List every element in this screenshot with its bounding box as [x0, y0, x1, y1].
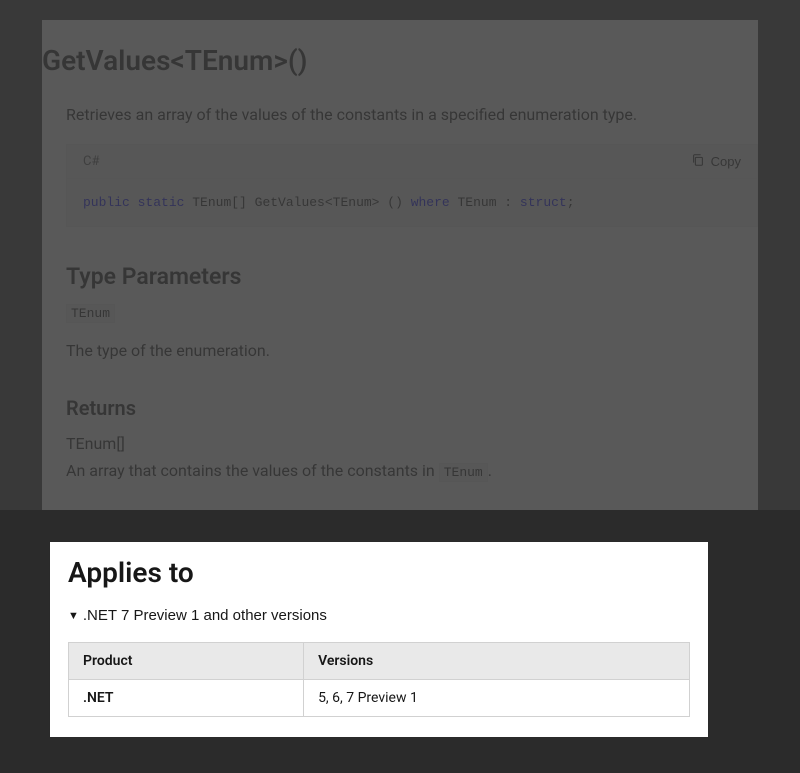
- return-desc-pre: An array that contains the values of the…: [66, 461, 439, 480]
- type-param-desc: The type of the enumeration.: [66, 341, 758, 360]
- copy-button[interactable]: Copy: [691, 153, 741, 170]
- cell-product: .NET: [69, 680, 304, 717]
- return-type: TEnum[]: [66, 434, 758, 453]
- versions-table: Product Versions .NET 5, 6, 7 Preview 1: [68, 642, 690, 717]
- versions-dropdown-label: .NET 7 Preview 1 and other versions: [83, 607, 327, 624]
- col-versions: Versions: [304, 643, 690, 680]
- copy-label: Copy: [711, 154, 741, 169]
- return-desc-post: .: [488, 461, 492, 480]
- applies-to-heading: Applies to: [68, 556, 690, 589]
- code-text: ;: [567, 195, 575, 210]
- code-header: C# Copy: [67, 145, 757, 179]
- table-header-row: Product Versions: [69, 643, 690, 680]
- return-desc: An array that contains the values of the…: [66, 461, 758, 480]
- code-keyword: static: [138, 195, 185, 210]
- versions-dropdown-toggle[interactable]: ▼ .NET 7 Preview 1 and other versions: [68, 607, 327, 624]
- applies-to-panel: Applies to ▼ .NET 7 Preview 1 and other …: [50, 542, 708, 737]
- code-text: TEnum[] GetValues<TEnum> (): [184, 195, 410, 210]
- type-parameters-heading: Type Parameters: [66, 263, 758, 290]
- type-param-name: TEnum: [66, 304, 115, 323]
- code-keyword: public: [83, 195, 130, 210]
- doc-page-content: GetValues<TEnum>() Retrieves an array of…: [42, 20, 758, 510]
- method-summary: Retrieves an array of the values of the …: [66, 105, 758, 124]
- returns-heading: Returns: [66, 396, 758, 420]
- dimmed-region: GetValues<TEnum>() Retrieves an array of…: [0, 0, 800, 510]
- table-row: .NET 5, 6, 7 Preview 1: [69, 680, 690, 717]
- code-lang-label: C#: [83, 154, 99, 169]
- page-title: GetValues<TEnum>(): [42, 20, 758, 105]
- chevron-down-icon: ▼: [68, 610, 79, 622]
- return-desc-code: TEnum: [439, 463, 488, 482]
- code-body: public static TEnum[] GetValues<TEnum> (…: [67, 179, 757, 226]
- code-text: TEnum :: [450, 195, 520, 210]
- copy-icon: [691, 153, 705, 170]
- code-keyword: where: [411, 195, 450, 210]
- col-product: Product: [69, 643, 304, 680]
- code-sample: C# Copy public static TEnum[] GetValues<…: [66, 144, 758, 227]
- code-keyword: struct: [520, 195, 567, 210]
- cell-versions: 5, 6, 7 Preview 1: [304, 680, 690, 717]
